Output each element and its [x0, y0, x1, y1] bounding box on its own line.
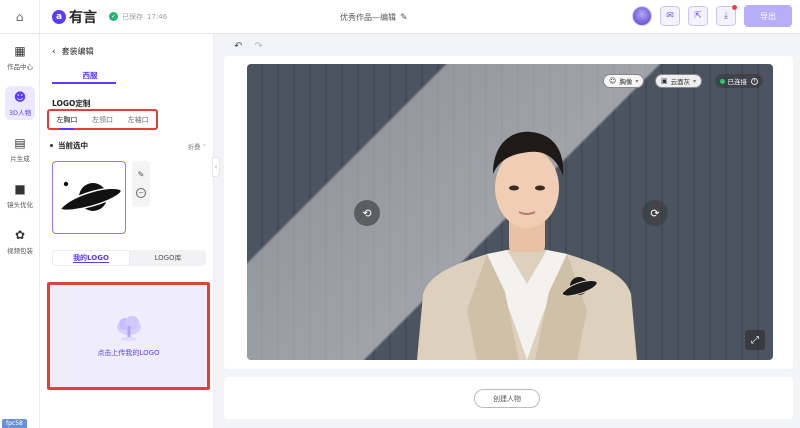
palette-icon: ✿ — [14, 227, 26, 242]
current-selection-row: 当前选中 折叠 ˄ — [50, 140, 206, 151]
fold-toggle[interactable]: 折叠 ˄ — [188, 141, 206, 151]
left-nav: ▦ 作品中心 ☻ 3D人物 ▤ 片生成 ■ 镜头优化 ✿ 视频包装 fpc58 — [0, 34, 40, 428]
share-icon[interactable]: ⇱ — [688, 6, 708, 26]
person-icon: ☺ — [609, 77, 617, 85]
nav-item-3d-character[interactable]: ☻ 3D人物 — [0, 80, 40, 126]
planet-logo-icon — [59, 181, 122, 212]
tab-logo-library[interactable]: LOGO库 — [130, 250, 206, 266]
nav-label: 视频包装 — [7, 246, 33, 255]
character-stage[interactable]: ☺ 胸像 ▾ ▣ 云面灰 ▾ 已连接 i ⟲ ⟳ ⤢ — [247, 64, 773, 360]
chevron-down-icon: ▾ — [693, 77, 697, 85]
save-time: 17:46 — [147, 12, 168, 21]
export-button[interactable]: 导出 — [744, 5, 792, 27]
app-logo[interactable]: a 有言 — [52, 7, 97, 27]
panel-header[interactable]: ‹ 套装编辑 — [52, 46, 94, 57]
logo-text: 有言 — [69, 9, 97, 26]
edit-pencil-icon[interactable]: ✎ — [400, 13, 408, 23]
connection-status-label: 已连接 — [727, 78, 748, 86]
upload-logo-label: 点击上传我的LOGO — [97, 349, 160, 357]
mail-icon[interactable]: ✉ — [660, 6, 680, 26]
logo-tools: ✎ − — [132, 161, 150, 207]
version-tag: fpc58 — [2, 419, 27, 428]
undo-icon[interactable]: ↶ — [234, 41, 242, 52]
background-selector[interactable]: ▣ 云面灰 ▾ — [655, 74, 703, 88]
outfit-edit-panel: ‹ 套装编辑 西服 LOGO定制 左胸口 左领口 左袖口 当前选中 折叠 ˄ ✎… — [40, 34, 214, 428]
selected-logo-preview[interactable] — [52, 161, 126, 234]
chevron-down-icon: ▾ — [635, 77, 639, 85]
nav-label: 镜头优化 — [7, 200, 33, 209]
edit-icon[interactable]: ✎ — [138, 170, 145, 179]
download-icon[interactable]: ⤓ — [716, 5, 737, 26]
pose-label: 胸像 — [619, 78, 633, 86]
robot-icon: ☻ — [13, 89, 27, 104]
pose-selector[interactable]: ☺ 胸像 ▾ — [603, 74, 645, 88]
fullscreen-icon[interactable]: ⤢ — [745, 330, 765, 350]
document-title-text: 优秀作品—编辑 — [340, 13, 396, 22]
panel-title: 套装编辑 — [61, 47, 94, 56]
tab-suit[interactable]: 西服 — [66, 70, 114, 81]
history-controls: ↶ ↷ — [234, 41, 263, 52]
nav-item-works[interactable]: ▦ 作品中心 — [0, 34, 40, 80]
back-arrow-icon[interactable]: ‹ — [52, 47, 56, 57]
rotate-left-icon[interactable]: ⟲ — [354, 200, 380, 226]
background-icon: ▣ — [661, 77, 668, 85]
user-avatar[interactable] — [632, 6, 652, 26]
collapse-panel-button[interactable]: ‹ — [212, 157, 220, 177]
nav-label: 作品中心 — [7, 62, 33, 71]
notification-dot — [732, 5, 737, 10]
nav-label: 片生成 — [10, 154, 30, 163]
create-character-button[interactable]: 创建人物 — [474, 389, 540, 408]
rotate-right-icon[interactable]: ⟳ — [642, 200, 668, 226]
nav-label: 3D人物 — [8, 108, 32, 117]
fold-label: 折叠 — [187, 142, 201, 151]
remove-icon[interactable]: − — [136, 188, 146, 199]
document-title[interactable]: 优秀作品—编辑 ✎ — [340, 12, 408, 23]
position-tab-left-cuff[interactable]: 左袖口 — [126, 115, 151, 125]
status-dot — [719, 78, 725, 84]
upload-logo-area[interactable]: 点击上传我的LOGO — [47, 282, 210, 390]
nav-item-generate[interactable]: ▤ 片生成 — [0, 126, 40, 172]
3d-character — [417, 131, 637, 360]
camera-icon: ■ — [14, 181, 26, 196]
info-icon[interactable]: i — [751, 77, 758, 85]
upload-cloud-icon — [116, 316, 141, 341]
tab-my-logo[interactable]: 我的LOGO — [52, 250, 130, 266]
home-icon[interactable]: ⌂ — [0, 0, 40, 34]
background-label: 云面灰 — [670, 78, 691, 86]
chart-icon: ▤ — [14, 135, 26, 150]
tab-underline — [52, 82, 116, 84]
save-status-label: 已保存 — [122, 12, 143, 21]
nav-item-packaging[interactable]: ✿ 视频包装 — [0, 218, 40, 264]
check-icon: ✓ — [109, 12, 118, 21]
nav-item-camera[interactable]: ■ 镜头优化 — [0, 172, 40, 218]
connection-status: 已连接 i — [714, 74, 763, 88]
position-tab-left-collar[interactable]: 左领口 — [90, 115, 115, 125]
logo-source-tabs: 我的LOGO LOGO库 — [52, 250, 206, 266]
top-bar: ⌂ a 有言 ✓ 已保存 17:46 优秀作品—编辑 ✎ ✉ ⇱ ⤓ 导出 — [0, 0, 800, 34]
current-selection-label: 当前选中 — [50, 140, 88, 151]
grid-icon: ▦ — [14, 43, 26, 58]
position-tab-left-chest[interactable]: 左胸口 — [54, 115, 79, 130]
save-status: ✓ 已保存 17:46 — [109, 12, 167, 22]
logo-mark: a — [52, 9, 66, 24]
bottom-bar: 创建人物 — [224, 377, 793, 419]
current-selection-text: 当前选中 — [58, 141, 88, 150]
redo-icon[interactable]: ↷ — [254, 41, 262, 52]
logo-position-tabs: 左胸口 左领口 左袖口 — [47, 109, 158, 130]
logo-section-title: LOGO定制 — [52, 99, 91, 108]
